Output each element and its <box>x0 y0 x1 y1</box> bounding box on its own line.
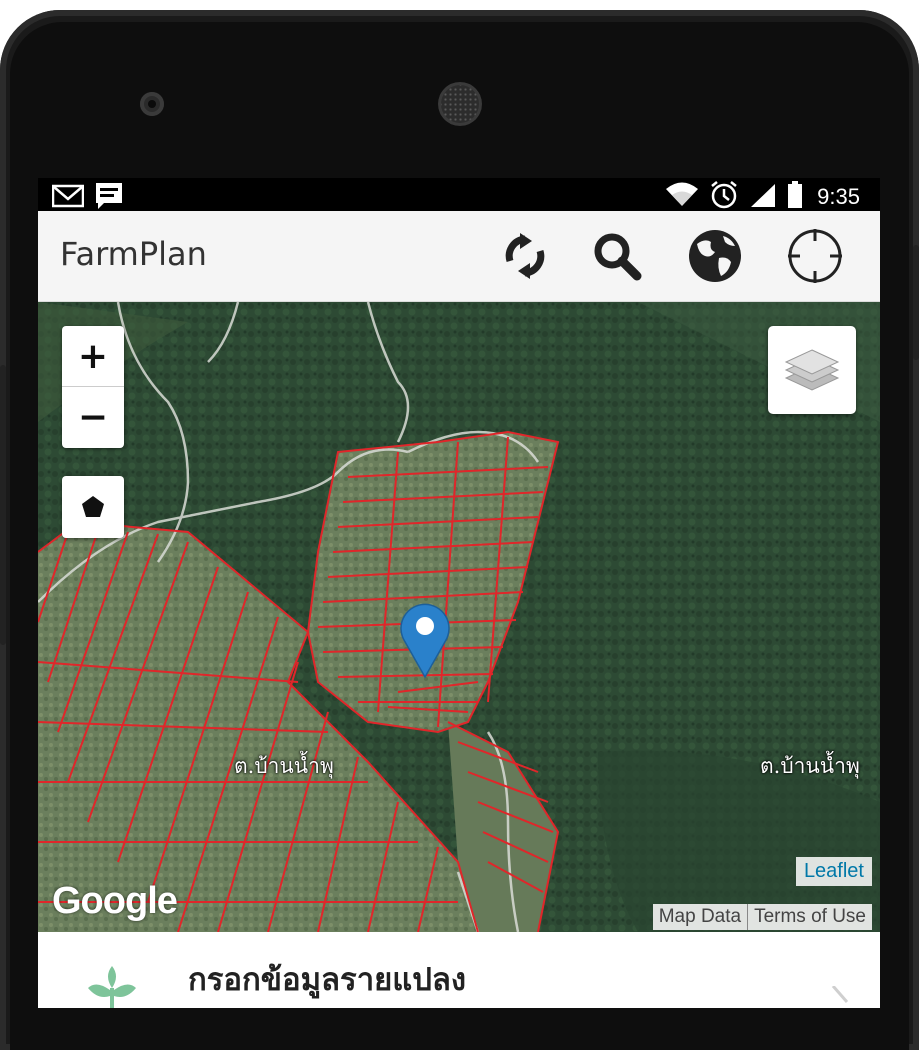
satellite-imagery <box>38 302 880 932</box>
plant-icon <box>88 966 136 1008</box>
bottom-sheet-title: กรอกข้อมูลรายแปลง <box>188 962 467 998</box>
layers-icon <box>784 349 840 391</box>
zoom-in-button[interactable]: + <box>62 326 124 387</box>
alarm-icon <box>709 180 739 214</box>
map-place-label: ต.บ้านน้ำพุ <box>760 754 860 778</box>
zoom-control: + − <box>62 326 124 448</box>
map-attribution: Map Data Terms of Use <box>652 904 872 930</box>
google-logo: Google <box>52 880 178 922</box>
front-camera <box>140 92 164 116</box>
refresh-button[interactable] <box>496 227 554 285</box>
locate-button[interactable] <box>786 227 844 285</box>
battery-icon <box>787 181 803 213</box>
app-bar: FarmPlan <box>38 211 880 302</box>
phone-side-button <box>0 365 6 645</box>
terms-of-use-link[interactable]: Terms of Use <box>748 904 872 930</box>
map-view[interactable]: + − ต.บ้านน้ำพุ ต.บ้านน้ำพุ Google Leafl… <box>38 302 880 932</box>
status-bar: 9:35 <box>38 178 880 211</box>
locate-icon <box>788 229 842 283</box>
globe-button[interactable] <box>686 227 744 285</box>
zoom-out-button[interactable]: − <box>62 387 124 447</box>
app-title: FarmPlan <box>60 235 207 273</box>
search-button[interactable] <box>588 227 646 285</box>
earpiece-speaker <box>438 82 482 126</box>
message-icon <box>94 181 124 215</box>
search-icon <box>594 233 642 281</box>
wifi-icon <box>665 182 699 212</box>
map-place-label: ต.บ้านน้ำพุ <box>234 754 334 778</box>
layers-button[interactable] <box>768 326 856 414</box>
signal-icon <box>749 182 777 212</box>
polygon-icon <box>82 496 104 517</box>
leaflet-link[interactable]: Leaflet <box>795 857 872 886</box>
globe-icon <box>689 230 741 282</box>
bottom-sheet[interactable]: กรอกข้อมูลรายแปลง <box>38 932 880 1008</box>
map-data-link[interactable]: Map Data <box>653 904 747 930</box>
screen: 9:35 FarmPlan + − ต.บ้านน้ำพุ ต.บ้านน้ำพ… <box>38 178 880 1008</box>
status-time: 9:35 <box>817 184 860 209</box>
gmail-icon <box>51 184 85 212</box>
phone-volume-button <box>913 245 919 360</box>
refresh-icon <box>505 233 545 279</box>
draw-polygon-button[interactable] <box>62 476 124 538</box>
chevron-right-icon[interactable] <box>830 986 850 1008</box>
map-marker-icon[interactable] <box>400 602 450 678</box>
